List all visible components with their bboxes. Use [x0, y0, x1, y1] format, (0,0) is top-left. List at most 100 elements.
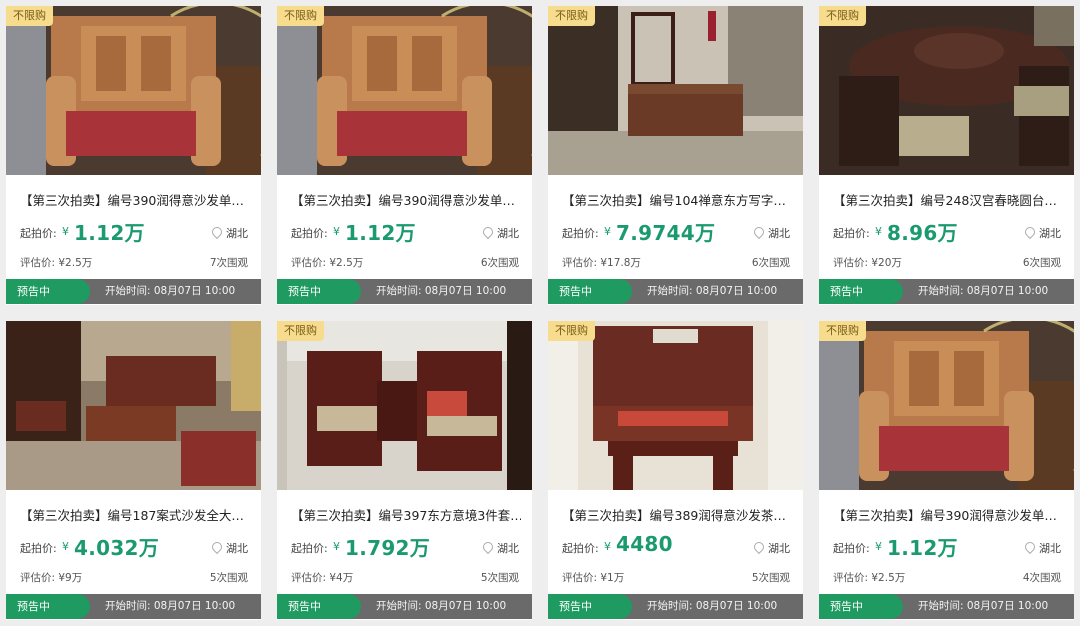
location: 湖北	[480, 224, 519, 241]
currency-symbol: ¥	[604, 540, 611, 553]
purchase-limit-badge: 不限购	[819, 321, 866, 341]
location: 湖北	[751, 539, 790, 556]
location: 湖北	[480, 539, 519, 556]
purchase-limit-badge: 不限购	[819, 6, 866, 26]
purchase-limit-badge: 不限购	[548, 6, 595, 26]
auction-card[interactable]: 不限购 【第三次拍卖】编号390润得意沙发单… 起拍价: ¥ 1.12万 湖北 …	[6, 6, 261, 305]
location-pin-icon	[480, 224, 496, 240]
estimate-price: 评估价: ¥2.5万	[20, 257, 93, 269]
auction-card[interactable]: 不限购 【第三次拍卖】编号389润得意沙发茶… 起拍价: ¥ 4480 湖北 评…	[548, 321, 803, 620]
location-text: 湖北	[1039, 227, 1061, 240]
currency-symbol: ¥	[604, 225, 611, 238]
location-text: 湖北	[768, 542, 790, 555]
start-price-label: 起拍价:	[562, 542, 599, 555]
item-title[interactable]: 【第三次拍卖】编号248汉宫春晓圆台…	[833, 190, 1063, 209]
purchase-limit-badge: 不限购	[277, 321, 324, 341]
product-image[interactable]: 不限购	[277, 321, 532, 490]
auction-card[interactable]: 不限购 【第三次拍卖】编号248汉宫春晓圆台… 起拍价: ¥ 8.96万 湖北 …	[819, 6, 1074, 305]
status-badge: 预告中	[6, 594, 90, 619]
currency-symbol: ¥	[875, 225, 882, 238]
estimate-price: 评估价: ¥2.5万	[291, 257, 364, 269]
location-text: 湖北	[1039, 542, 1061, 555]
start-time: 开始时间: 08月07日 10:00	[918, 600, 1049, 612]
currency-symbol: ¥	[62, 225, 69, 238]
item-title[interactable]: 【第三次拍卖】编号389润得意沙发茶…	[562, 505, 792, 524]
start-time: 开始时间: 08月07日 10:00	[105, 600, 236, 612]
auction-status-bar: 预告中 开始时间: 08月07日 10:00	[6, 279, 261, 304]
start-price: 4.032万	[74, 536, 160, 560]
product-image[interactable]: 不限购	[819, 321, 1074, 490]
auction-card[interactable]: 【第三次拍卖】编号187案式沙发全大… 起拍价: ¥ 4.032万 湖北 评估价…	[6, 321, 261, 620]
auction-status-bar: 预告中 开始时间: 08月07日 10:00	[277, 279, 532, 304]
auction-status-bar: 预告中 开始时间: 08月07日 10:00	[819, 279, 1074, 304]
view-count: 4次围观	[1022, 572, 1061, 584]
estimate-price: 评估价: ¥20万	[833, 257, 902, 269]
estimate-price: 评估价: ¥2.5万	[833, 572, 906, 584]
start-price-label: 起拍价:	[291, 227, 328, 240]
item-title[interactable]: 【第三次拍卖】编号397东方意境3件套…	[291, 505, 521, 524]
estimate-price: 评估价: ¥17.8万	[562, 257, 641, 269]
view-count: 6次围观	[751, 257, 790, 269]
estimate-price: 评估价: ¥9万	[20, 572, 83, 584]
location-pin-icon	[480, 539, 496, 555]
auction-status-bar: 预告中 开始时间: 08月07日 10:00	[548, 279, 803, 304]
start-time: 开始时间: 08月07日 10:00	[647, 285, 778, 297]
start-price: 8.96万	[887, 221, 958, 245]
item-title[interactable]: 【第三次拍卖】编号390润得意沙发单…	[291, 190, 521, 209]
start-price: 1.12万	[887, 536, 958, 560]
product-image[interactable]: 不限购	[6, 6, 261, 175]
status-badge: 预告中	[548, 594, 632, 619]
start-price-label: 起拍价:	[291, 542, 328, 555]
auction-card[interactable]: 不限购 【第三次拍卖】编号104禅意东方写字… 起拍价: ¥ 7.9744万 湖…	[548, 6, 803, 305]
product-image[interactable]: 不限购	[819, 6, 1074, 175]
start-price-label: 起拍价:	[833, 542, 870, 555]
purchase-limit-badge: 不限购	[6, 6, 53, 26]
location-pin-icon	[1022, 224, 1038, 240]
location-pin-icon	[209, 224, 225, 240]
location-text: 湖北	[497, 227, 519, 240]
product-image[interactable]: 不限购	[548, 321, 803, 490]
view-count: 6次围观	[480, 257, 519, 269]
item-title[interactable]: 【第三次拍卖】编号390润得意沙发单…	[833, 505, 1063, 524]
location-text: 湖北	[768, 227, 790, 240]
location-pin-icon	[751, 539, 767, 555]
start-price: 1.792万	[345, 536, 431, 560]
auction-status-bar: 预告中 开始时间: 08月07日 10:00	[277, 594, 532, 619]
start-price-label: 起拍价:	[562, 227, 599, 240]
view-count: 6次围观	[1022, 257, 1061, 269]
item-title[interactable]: 【第三次拍卖】编号187案式沙发全大…	[20, 505, 250, 524]
item-title[interactable]: 【第三次拍卖】编号390润得意沙发单…	[20, 190, 250, 209]
product-image[interactable]: 不限购	[548, 6, 803, 175]
start-price: 1.12万	[345, 221, 416, 245]
start-time: 开始时间: 08月07日 10:00	[376, 285, 507, 297]
auction-card[interactable]: 不限购 【第三次拍卖】编号397东方意境3件套… 起拍价: ¥ 1.792万 湖…	[277, 321, 532, 620]
estimate-price: 评估价: ¥4万	[291, 572, 354, 584]
start-price-label: 起拍价:	[833, 227, 870, 240]
start-time: 开始时间: 08月07日 10:00	[918, 285, 1049, 297]
start-price: 1.12万	[74, 221, 145, 245]
product-image[interactable]: 不限购	[277, 6, 532, 175]
location: 湖北	[209, 224, 248, 241]
currency-symbol: ¥	[875, 540, 882, 553]
currency-symbol: ¥	[333, 225, 340, 238]
auction-card[interactable]: 不限购 【第三次拍卖】编号390润得意沙发单… 起拍价: ¥ 1.12万 湖北 …	[819, 321, 1074, 620]
status-badge: 预告中	[819, 594, 903, 619]
view-count: 5次围观	[480, 572, 519, 584]
status-badge: 预告中	[277, 279, 361, 304]
status-badge: 预告中	[6, 279, 90, 304]
purchase-limit-badge: 不限购	[548, 321, 595, 341]
view-count: 7次围观	[209, 257, 248, 269]
location-pin-icon	[209, 539, 225, 555]
status-badge: 预告中	[548, 279, 632, 304]
item-title[interactable]: 【第三次拍卖】编号104禅意东方写字…	[562, 190, 792, 209]
auction-card[interactable]: 不限购 【第三次拍卖】编号390润得意沙发单… 起拍价: ¥ 1.12万 湖北 …	[277, 6, 532, 305]
view-count: 5次围观	[751, 572, 790, 584]
estimate-price: 评估价: ¥1万	[562, 572, 625, 584]
start-time: 开始时间: 08月07日 10:00	[376, 600, 507, 612]
product-image[interactable]	[6, 321, 261, 490]
start-price-label: 起拍价:	[20, 542, 57, 555]
start-price-label: 起拍价:	[20, 227, 57, 240]
start-time: 开始时间: 08月07日 10:00	[647, 600, 778, 612]
auction-status-bar: 预告中 开始时间: 08月07日 10:00	[6, 594, 261, 619]
auction-grid: 不限购 【第三次拍卖】编号390润得意沙发单… 起拍价: ¥ 1.12万 湖北 …	[6, 6, 1074, 620]
